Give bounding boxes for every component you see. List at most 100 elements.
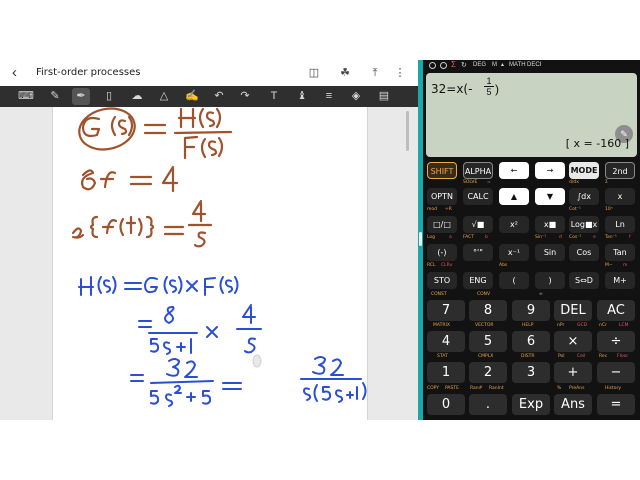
sin-key[interactable]: Sin xyxy=(535,244,565,261)
calculator-display[interactable]: 32=x(- 1 5 ) ✎ [ x = -160 ] xyxy=(426,73,637,157)
down-arrow-key[interactable]: ▼ xyxy=(535,188,565,205)
brush-icon[interactable]: ♝ xyxy=(293,88,311,105)
key-9[interactable]: 9 xyxy=(512,300,550,321)
ln-key[interactable]: Ln xyxy=(605,216,635,233)
key-3[interactable]: 3 xyxy=(512,362,550,383)
scrollbar-thumb[interactable] xyxy=(406,111,409,151)
multiply-key[interactable]: × xyxy=(554,331,592,352)
key-4[interactable]: 4 xyxy=(427,331,465,352)
eng-key[interactable]: ENG xyxy=(463,272,493,289)
document-icon[interactable]: ▤ xyxy=(375,88,393,105)
square-key[interactable]: x² xyxy=(499,216,529,233)
negative-key[interactable]: (-) xyxy=(427,244,457,261)
text-icon[interactable]: T xyxy=(265,88,283,105)
tan-key[interactable]: Tan xyxy=(605,244,635,261)
key-0[interactable]: 0 xyxy=(427,394,465,415)
sto-key[interactable]: STO xyxy=(427,272,457,289)
insert-icon[interactable]: ≡ xyxy=(320,88,338,105)
sigma-icon[interactable]: Σ xyxy=(451,60,456,69)
decimal-key[interactable]: . xyxy=(469,394,507,415)
reciprocal-key[interactable]: x⁻¹ xyxy=(499,244,529,261)
minus-circle-icon[interactable] xyxy=(429,62,436,69)
note-page[interactable] xyxy=(52,107,368,420)
m-plus-key[interactable]: M+ xyxy=(605,272,635,289)
calc-key[interactable]: CALC xyxy=(463,188,493,205)
lasso-icon[interactable]: ☁ xyxy=(128,88,146,105)
x-variable-key[interactable]: x xyxy=(605,188,635,205)
sqrt-key[interactable]: √■ xyxy=(463,216,493,233)
key-1[interactable]: 1 xyxy=(427,362,465,383)
key-7[interactable]: 7 xyxy=(427,300,465,321)
more-vert-icon[interactable]: ⋮ xyxy=(393,66,407,80)
integral-key[interactable]: ∫dx xyxy=(569,188,599,205)
power-key[interactable]: x■ xyxy=(535,216,565,233)
key-6[interactable]: 6 xyxy=(512,331,550,352)
book-icon[interactable]: ◫ xyxy=(307,66,321,80)
key-8[interactable]: 8 xyxy=(469,300,507,321)
lcm-label: LCM xyxy=(619,323,629,328)
note-title[interactable]: First-order processes xyxy=(36,67,140,78)
tag-icon[interactable]: ☘ xyxy=(338,66,352,80)
degree-key[interactable]: °'" xyxy=(463,244,493,261)
plus-key[interactable]: + xyxy=(554,362,592,383)
mode-key[interactable]: MODE xyxy=(569,162,599,179)
up-arrow-key[interactable]: ▲ xyxy=(499,188,529,205)
shift-key[interactable]: SHIFT xyxy=(427,162,457,179)
history-label: History xyxy=(605,386,622,391)
key-2[interactable]: 2 xyxy=(469,362,507,383)
paste-label: PASTE xyxy=(445,386,459,391)
fraction-key[interactable]: □/□ xyxy=(427,216,457,233)
highlighter-icon[interactable]: ✒ xyxy=(72,88,90,105)
handwriting-ink xyxy=(71,107,367,407)
cmplx-label: CMPLX xyxy=(478,354,494,359)
paint-icon[interactable]: ◈ xyxy=(347,88,365,105)
sin-inv-label: Sin⁻¹ xyxy=(535,235,547,240)
shape-icon[interactable]: △ xyxy=(155,88,173,105)
open-paren-key[interactable]: ( xyxy=(499,272,529,289)
back-icon[interactable]: ‹ xyxy=(12,64,28,82)
share-icon[interactable]: ⤒ xyxy=(368,66,382,80)
const-label: CONST xyxy=(431,292,447,297)
rcl-label: RCL xyxy=(427,263,436,268)
display-close-paren: ) xyxy=(495,82,499,96)
m-minus-label: M− xyxy=(605,263,613,268)
pen-edit-icon[interactable]: ✍ xyxy=(183,88,201,105)
ran-label: Ran# xyxy=(470,386,483,391)
refresh-icon[interactable]: ↻ xyxy=(461,61,467,69)
note-canvas[interactable] xyxy=(0,107,418,420)
undo-icon[interactable]: ↶ xyxy=(210,88,228,105)
keyboard-icon[interactable]: ⌨ xyxy=(17,88,35,105)
minus-key[interactable]: − xyxy=(597,362,635,383)
cos-key[interactable]: Cos xyxy=(569,244,599,261)
copy-label: COPY xyxy=(427,386,440,391)
log-base-key[interactable]: Log■x xyxy=(569,216,599,233)
exp-key[interactable]: Exp xyxy=(512,394,550,415)
ans-key[interactable]: Ans xyxy=(554,394,592,415)
eraser-icon[interactable]: ▯ xyxy=(100,88,118,105)
alpha-key[interactable]: ALPHA xyxy=(463,162,493,179)
plus-circle-icon[interactable] xyxy=(440,62,447,69)
preans-label: PreAns xyxy=(569,386,585,391)
s-d-key[interactable]: S⇔D xyxy=(569,272,599,289)
divide-key[interactable]: ÷ xyxy=(597,331,635,352)
del-key[interactable]: DEL xyxy=(554,300,592,321)
optn-key[interactable]: OPTN xyxy=(427,188,457,205)
key-5[interactable]: 5 xyxy=(469,331,507,352)
var-b-label: b xyxy=(485,235,488,240)
ac-key[interactable]: AC xyxy=(597,300,635,321)
equals-key[interactable]: = xyxy=(597,394,635,415)
divider-grip[interactable] xyxy=(419,232,422,246)
display-fraction: 1 5 xyxy=(484,76,494,98)
calculator-status-bar: Σ ↻ DEG M ▲ MATH DECI xyxy=(423,60,640,71)
left-arrow-key[interactable]: ← xyxy=(499,162,529,179)
sigma-label: Σ xyxy=(605,180,608,185)
redo-icon[interactable]: ↷ xyxy=(236,88,254,105)
pol-label: Pol xyxy=(558,354,565,359)
div-r-label: ÷R xyxy=(445,207,452,212)
vector-label: VECTOR xyxy=(475,323,494,328)
pen-icon[interactable]: ✎ xyxy=(46,88,64,105)
second-key[interactable]: 2nd xyxy=(605,162,635,179)
close-paren-key[interactable]: ) xyxy=(535,272,565,289)
right-arrow-key[interactable]: → xyxy=(535,162,565,179)
solve-label: SOLVE xyxy=(463,180,478,185)
